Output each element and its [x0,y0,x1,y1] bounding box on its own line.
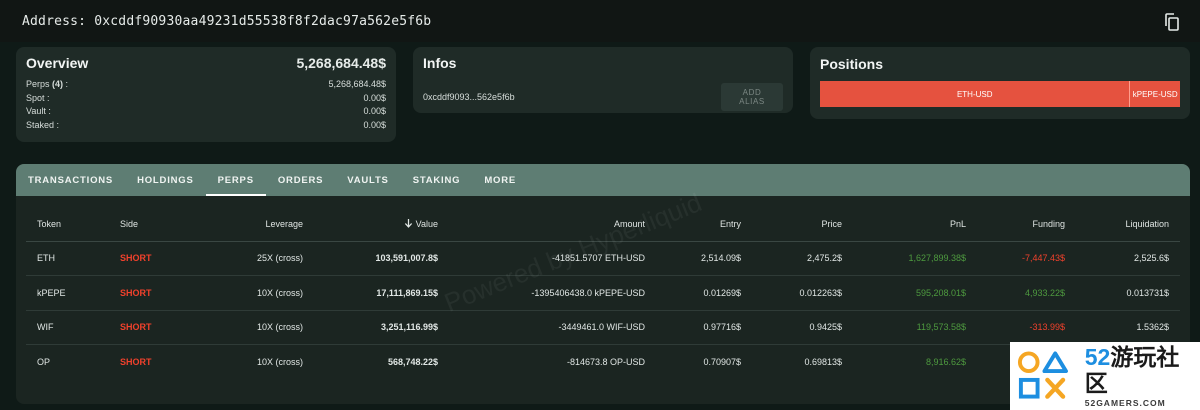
infos-address: 0xcddf9093...562e5f6b [423,92,515,102]
badge-number: 52 [1084,344,1111,370]
header-side[interactable]: Side [116,207,188,242]
header-token[interactable]: Token [26,207,116,242]
overview-total: 5,268,684.48$ [296,55,386,71]
address-label: Address: [22,13,87,29]
cell-entry: 0.70907$ [703,357,741,367]
cell-leverage: 10X (cross) [256,357,303,367]
cell-side: SHORT [116,310,188,345]
sort-down-icon [404,218,412,228]
cell-price: 2,475.2$ [741,241,842,276]
cell-side: SHORT [116,275,188,311]
address-bar: Address: 0xcddf90930aa49231d55538f8f2dac… [0,0,1200,42]
infos-card: Infos 0xcddf9093...562e5f6b ADD ALIAS [413,47,793,113]
overview-title: Overview [26,55,89,71]
positions-bar: ETH-USD kPEPE-USD [820,81,1180,107]
vault-value: 0.00$ [363,106,386,116]
cell-price: 0.012263$ [741,275,842,311]
cell-entry: 2,514.09$ [645,241,741,276]
add-alias-button[interactable]: ADD ALIAS [721,83,783,111]
overview-card: Overview 5,268,684.48$ Perps (4) : 5,268… [16,47,396,142]
overview-row-staked: Staked : 0.00$ [26,119,386,133]
header-pnl[interactable]: PnL [842,207,966,242]
perps-value: 5,268,684.48$ [328,79,386,89]
copy-icon[interactable] [1164,13,1180,31]
cell-entry: 0.01269$ [645,275,741,311]
address-value[interactable]: 0xcddf90930aa49231d55538f8f2dac97a562e5f… [94,14,431,29]
cell-funding: -7,447.43$ [966,241,1065,276]
gamepad-symbols-icon [1017,351,1068,399]
cell-liquidation: 2,525.6$ [1065,241,1180,276]
cell-entry: 0.97716$ [645,310,741,345]
cell-token: kPEPE [26,275,116,311]
cell-pnl: 8,916.62$ [925,357,966,367]
cell-value: 17,111,869.15$ [303,275,438,311]
cell-price: 0.9425$ [741,310,842,345]
cell-value: 103,591,007.8$ [303,241,438,276]
overview-row-perps: Perps (4) : 5,268,684.48$ [26,78,386,92]
cell-liquidation: 0.013731$ [1065,275,1180,311]
cell-leverage: 10X (cross) [188,275,303,311]
position-segment-eth[interactable]: ETH-USD [820,81,1130,107]
cell-pnl: 1,627,899.38$ [842,241,966,276]
cell-amount: -814673.8 OP-USD [566,357,645,367]
perps-count: (4) [52,79,64,89]
vault-label: Vault : [26,106,51,116]
header-funding[interactable]: Funding [966,207,1065,242]
staked-value: 0.00$ [363,119,386,130]
header-value: Value [415,218,438,229]
cell-funding: 4,933.22$ [966,275,1065,311]
perps-suffix: : [63,79,69,89]
cell-pnl: 119,573.58$ [842,310,966,345]
tab-staking[interactable]: STAKING [401,164,473,196]
cell-funding: -313.99$ [966,310,1065,345]
overview-row-vault: Vault : 0.00$ [26,105,386,119]
cell-leverage: 25X (cross) [188,241,303,276]
tab-more[interactable]: MORE [472,164,528,196]
table-row[interactable]: kPEPE SHORT 10X (cross) 17,111,869.15$ -… [26,275,1180,311]
cell-value: 568,748.22$ [387,357,438,367]
cell-side: SHORT [116,241,188,276]
cell-leverage: 10X (cross) [188,310,303,345]
cell-value: 3,251,116.99$ [303,310,438,345]
tab-vaults[interactable]: VAULTS [335,164,400,196]
tab-bar: TRANSACTIONS HOLDINGS PERPS ORDERS VAULT… [16,164,1190,196]
overview-row-spot: Spot : 0.00$ [26,92,386,106]
cell-token: ETH [26,241,116,276]
position-segment-kpepe[interactable]: kPEPE-USD [1129,81,1180,107]
table-row[interactable]: OP SHORT 10X (cross) 568,748.22$ -814673… [26,345,1180,380]
tab-perps[interactable]: PERPS [205,164,267,196]
header-liquidation[interactable]: Liquidation [1065,207,1180,242]
cell-price: 0.69813$ [804,357,842,367]
positions-title: Positions [820,56,884,72]
cell-token: OP [37,357,51,367]
spot-value: 0.00$ [363,92,386,103]
perps-label: Perps [26,79,50,89]
badge-domain: 52GAMERS.COM [1084,398,1166,408]
cell-pnl: 595,208.01$ [842,275,966,311]
staked-label: Staked : [26,119,60,130]
spot-label: Spot : [26,92,50,103]
tab-holdings[interactable]: HOLDINGS [125,164,206,196]
table-row[interactable]: WIF SHORT 10X (cross) 3,251,116.99$ -344… [26,310,1180,345]
cell-token: WIF [26,310,116,345]
cell-liquidation: 1.5362$ [1065,310,1180,345]
positions-card: Positions ETH-USD kPEPE-USD [810,47,1190,119]
header-price[interactable]: Price [741,207,842,242]
header-leverage[interactable]: Leverage [188,207,303,242]
header-value-cell[interactable]: Value [303,207,438,242]
infos-title: Infos [423,55,457,71]
site-badge: 52游玩社区 52GAMERS.COM [1010,342,1200,410]
tab-transactions[interactable]: TRANSACTIONS [16,164,125,196]
tab-orders[interactable]: ORDERS [266,164,335,196]
cell-amount: -3449461.0 WIF-USD [438,310,645,345]
cell-side: SHORT [120,357,152,367]
